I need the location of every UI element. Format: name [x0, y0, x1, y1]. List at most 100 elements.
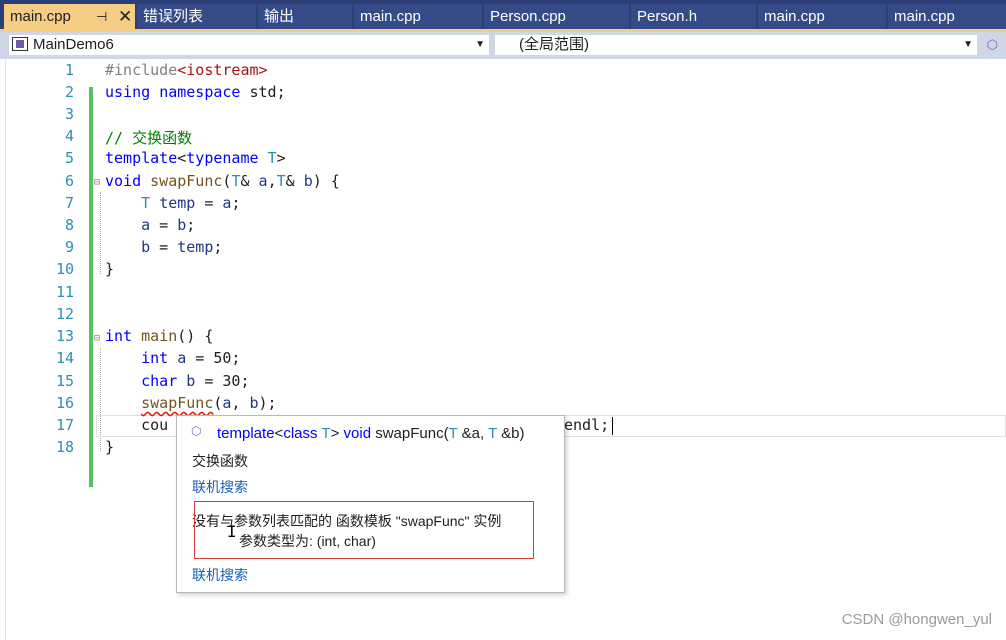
punct-token: );: [258, 394, 277, 412]
line-number: 17: [55, 416, 74, 434]
line-number: 15: [55, 372, 74, 390]
tab-person-cpp[interactable]: Person.cpp: [484, 4, 629, 29]
error-squiggle-function-token[interactable]: swapFunc: [141, 394, 213, 412]
tab-output[interactable]: 输出: [258, 4, 352, 29]
code-line-7: T temp = a;: [105, 194, 240, 212]
identifier-token: cou: [141, 416, 169, 434]
type-param-token: T: [276, 172, 286, 190]
line-number: 14: [55, 349, 74, 367]
punct-token: >: [330, 425, 344, 442]
line-number: 3: [64, 105, 74, 123]
ibeam-cursor-icon: I: [227, 522, 237, 541]
scope-guide: [100, 192, 101, 274]
watermark: CSDN @hongwen_yul: [841, 611, 992, 628]
function-name-token: main: [141, 327, 178, 345]
line-number: 6: [64, 172, 74, 190]
line-number: 10: [55, 260, 74, 278]
function-signature: template<class T> void swapFunc(T &a, T …: [217, 425, 525, 442]
code-line-4-comment: // 交换函数: [105, 129, 193, 147]
keyword-token: class: [283, 425, 318, 442]
tab-label: Person.h: [637, 8, 698, 25]
project-label: MainDemo6: [33, 36, 114, 53]
punct-token: <: [177, 149, 187, 167]
line-number: 8: [64, 216, 74, 234]
variable-token: b: [141, 238, 151, 256]
indent-token: [105, 216, 141, 234]
tab-error-list[interactable]: 错误列表: [137, 4, 256, 29]
code-line-9: b = temp;: [105, 238, 222, 256]
line-number: 4: [64, 127, 74, 145]
variable-token: b: [177, 216, 187, 234]
tab-label: main.cpp: [10, 8, 71, 25]
line-number: 7: [64, 194, 74, 212]
code-line-1: #include<iostream>: [105, 61, 268, 79]
navigation-bar: MainDemo6 ▼ (全局范围) ▼ ⬡: [0, 32, 1006, 59]
function-name-token: swapFunc(: [371, 425, 449, 442]
project-icon: [12, 37, 28, 51]
punct-token: () {: [177, 327, 214, 345]
punct-token: >: [276, 149, 286, 167]
member-cube-icon[interactable]: ⬡: [987, 37, 998, 53]
variable-token: b: [249, 394, 259, 412]
operator-token: =: [150, 238, 178, 256]
variable-token: b: [186, 372, 196, 390]
fold-collapse-icon[interactable]: ⊟: [94, 177, 100, 188]
param-token: &a,: [457, 425, 489, 442]
margin-line: [5, 59, 6, 640]
online-search-link[interactable]: 联机搜索: [192, 477, 248, 497]
code-line-8: a = b;: [105, 216, 195, 234]
keyword-token: template: [105, 149, 178, 167]
scope-label: (全局范围): [519, 36, 589, 53]
punct-token: <: [274, 425, 284, 442]
punct-token: &: [240, 172, 259, 190]
code-line-10: }: [105, 260, 115, 278]
keyword-token: using: [105, 83, 151, 101]
code-line-6: void swapFunc(T& a,T& b) {: [105, 172, 340, 190]
param-token: a: [258, 172, 268, 190]
tab-label: main.cpp: [360, 8, 421, 25]
close-icon[interactable]: ✕: [118, 4, 132, 29]
text-caret: [612, 417, 613, 435]
indent-token: [105, 372, 141, 390]
keyword-token: typename: [186, 149, 259, 167]
tab-main-cpp-4[interactable]: main.cpp: [888, 4, 1006, 29]
tab-label: Person.cpp: [490, 8, 566, 25]
punct-token: ;: [186, 216, 196, 234]
change-tracking-bar: [89, 87, 93, 487]
project-dropdown[interactable]: MainDemo6 ▼: [8, 34, 490, 56]
punct-token: ;: [213, 238, 223, 256]
code-line-5: template<typename T>: [105, 149, 286, 167]
scope-dropdown[interactable]: (全局范围) ▼: [494, 34, 978, 56]
keyword-token: void: [343, 425, 372, 442]
template-cube-icon: ⬡: [191, 424, 202, 438]
assignment-token: = 30;: [195, 372, 250, 390]
pin-icon[interactable]: ⊣: [96, 4, 107, 29]
tab-main-cpp-active[interactable]: main.cpp ⊣ ✕: [4, 4, 135, 32]
online-search-link-error[interactable]: 联机搜索: [192, 565, 248, 585]
fold-collapse-icon[interactable]: ⊟: [94, 333, 100, 344]
indent-token: [105, 238, 141, 256]
param-token: b: [303, 172, 313, 190]
keyword-token: int: [141, 349, 169, 367]
tab-main-cpp-2[interactable]: main.cpp: [354, 4, 482, 29]
line-number: 2: [64, 83, 74, 101]
function-description: 交换函数: [192, 453, 248, 469]
type-param-token: T: [488, 425, 497, 442]
tab-label: 输出: [264, 8, 295, 25]
error-highlight-box: [194, 501, 534, 559]
indent-token: [105, 394, 141, 412]
code-line-13: int main() {: [105, 327, 213, 345]
tab-person-h[interactable]: Person.h: [631, 4, 756, 29]
tab-main-cpp-3[interactable]: main.cpp: [758, 4, 886, 29]
code-line-18: }: [105, 438, 115, 456]
keyword-token: namespace: [159, 83, 241, 101]
keyword-token: template: [217, 425, 275, 442]
operator-token: =: [150, 216, 178, 234]
variable-token: temp: [177, 238, 214, 256]
tab-label: main.cpp: [894, 8, 955, 25]
